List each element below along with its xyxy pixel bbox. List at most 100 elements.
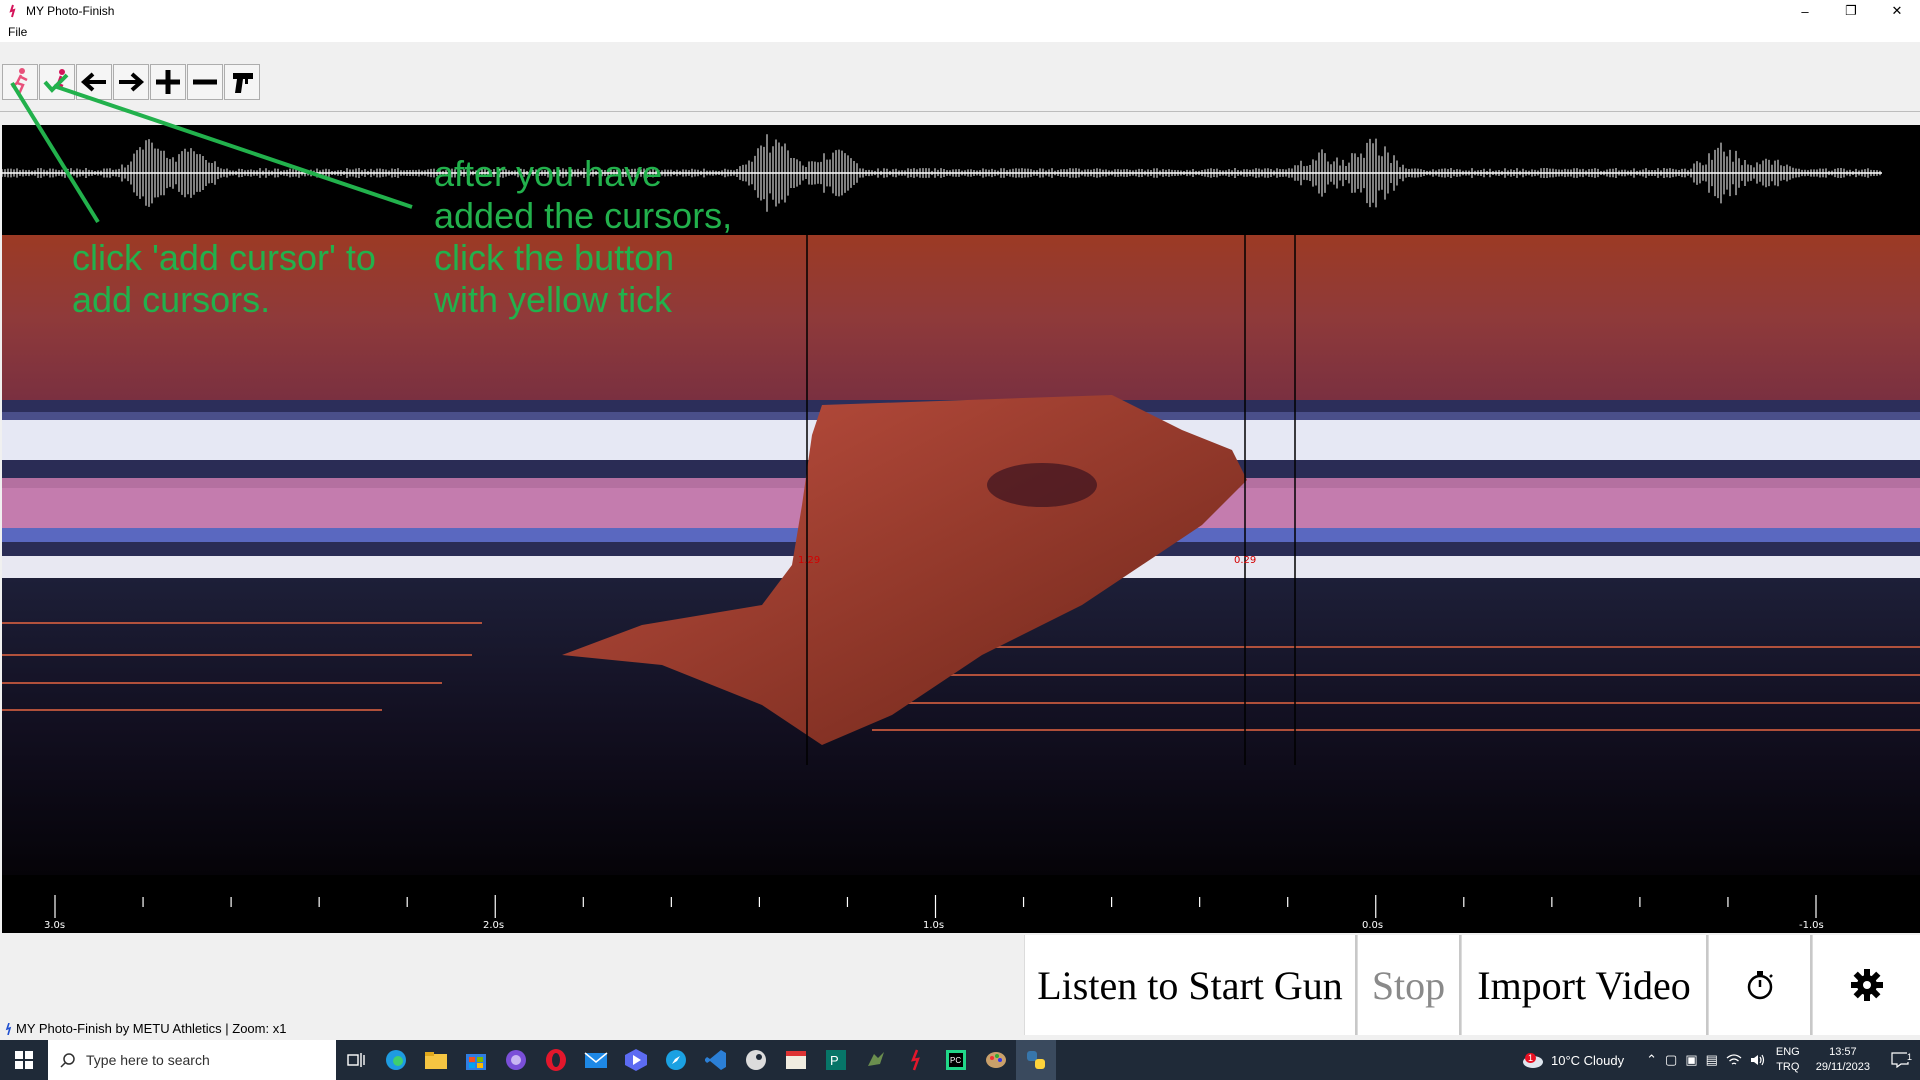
listen-start-gun-button[interactable]: Listen to Start Gun: [1024, 935, 1357, 1035]
audio-waveform: [2, 125, 1920, 235]
zoom-in-button[interactable]: [150, 64, 186, 100]
chevron-up-icon[interactable]: ⌃: [1642, 1052, 1661, 1068]
taskbar-opera[interactable]: [536, 1040, 576, 1080]
taskbar-app-orange[interactable]: [776, 1040, 816, 1080]
search-icon: [60, 1052, 76, 1068]
stopwatch-icon: [1744, 969, 1776, 1001]
gallery-app-icon: [784, 1048, 808, 1072]
runner-add-icon: [7, 67, 33, 97]
minus-icon: [190, 67, 220, 97]
taskbar-search[interactable]: Type here to search: [48, 1040, 336, 1080]
weather-badge: 1: [1525, 1053, 1536, 1063]
store-icon: [465, 1049, 487, 1071]
tick-label: 1.0s: [923, 920, 944, 931]
bird-app-icon: [864, 1048, 888, 1072]
publisher-icon: P: [824, 1048, 848, 1072]
weather-text: 10°C Cloudy: [1551, 1053, 1624, 1068]
zoom-out-button[interactable]: [187, 64, 223, 100]
lang-bottom: TRQ: [1776, 1060, 1799, 1075]
taskbar-steam[interactable]: [736, 1040, 776, 1080]
import-video-button[interactable]: Import Video: [1461, 935, 1708, 1035]
annotation-right-line4: with yellow tick: [434, 279, 732, 321]
tick-label: 2.0s: [483, 920, 504, 931]
taskbar-mail[interactable]: [576, 1040, 616, 1080]
stopwatch-button[interactable]: [1708, 935, 1812, 1035]
python-icon: [1024, 1048, 1048, 1072]
annotation-add-cursor: click 'add cursor' to add cursors.: [72, 237, 376, 321]
annotation-right-line2: added the cursors,: [434, 195, 732, 237]
search-placeholder: Type here to search: [86, 1052, 210, 1068]
start-gun-button[interactable]: [224, 64, 260, 100]
scroll-right-button[interactable]: [113, 64, 149, 100]
close-button[interactable]: ✕: [1874, 0, 1920, 22]
status-bar: MY Photo-Finish by METU Athletics | Zoom…: [4, 1021, 286, 1036]
clock-date: 29/11/2023: [1816, 1060, 1870, 1075]
pycharm-icon: PC: [944, 1048, 968, 1072]
annotation-left-line1: click 'add cursor' to: [72, 237, 376, 279]
app-runner-small-icon: [4, 1023, 12, 1035]
taskbar-safari[interactable]: [656, 1040, 696, 1080]
annotation-confirm: after you have added the cursors, click …: [434, 153, 732, 321]
taskbar-pycharm[interactable]: PC: [936, 1040, 976, 1080]
annotation-right-line3: click the button: [434, 237, 732, 279]
taskbar-vscode[interactable]: [696, 1040, 736, 1080]
minimize-button[interactable]: –: [1782, 0, 1828, 22]
mail-icon: [584, 1050, 608, 1070]
taskbar-explorer[interactable]: [416, 1040, 456, 1080]
add-cursor-button[interactable]: [2, 64, 38, 100]
task-view-button[interactable]: [336, 1040, 376, 1080]
video-editor-icon: [624, 1048, 648, 1072]
cursor-1-label: 1.29: [798, 555, 820, 566]
language-indicator[interactable]: ENG TRQ: [1770, 1045, 1806, 1075]
taskbar-store[interactable]: [456, 1040, 496, 1080]
wifi-icon[interactable]: [1722, 1053, 1746, 1067]
svg-text:PC: PC: [950, 1056, 961, 1065]
app-runner-icon: [6, 4, 20, 18]
maximize-button[interactable]: ❐: [1828, 0, 1874, 22]
folder-icon: [424, 1050, 448, 1070]
title-bar: MY Photo-Finish – ❐ ✕: [0, 0, 1920, 22]
tray-ime-icon[interactable]: ▤: [1702, 1052, 1722, 1068]
taskbar-photofinish[interactable]: [896, 1040, 936, 1080]
annotation-right-line1: after you have: [434, 153, 732, 195]
tick-label: 3.0s: [44, 920, 65, 931]
scroll-left-button[interactable]: [76, 64, 112, 100]
menu-bar: File: [0, 22, 1920, 42]
plus-icon: [153, 67, 183, 97]
weather-widget[interactable]: 1 10°C Cloudy: [1517, 1051, 1628, 1069]
check-runner-icon: [42, 67, 72, 97]
confirm-cursors-button[interactable]: [39, 64, 75, 100]
tick-label: -1.0s: [1799, 920, 1824, 931]
code-editor-icon: [704, 1048, 728, 1072]
svg-text:P: P: [830, 1053, 839, 1068]
status-text: MY Photo-Finish by METU Athletics | Zoom…: [16, 1021, 286, 1036]
opera-icon: [544, 1048, 568, 1072]
control-panel: Listen to Start Gun Stop Import Video MY…: [0, 933, 1920, 1038]
taskbar-video[interactable]: [616, 1040, 656, 1080]
tray-display-icon[interactable]: ▣: [1681, 1052, 1701, 1068]
photo-finish-view[interactable]: 1.29 0.29 click 'add cursor' to add curs…: [2, 125, 1920, 933]
stop-button[interactable]: Stop: [1357, 935, 1461, 1035]
task-view-icon: [347, 1052, 365, 1068]
finish-line-image: [2, 235, 1920, 875]
taskbar-app-bird[interactable]: [856, 1040, 896, 1080]
clock[interactable]: 13:57 29/11/2023: [1806, 1045, 1880, 1075]
annotation-left-line2: add cursors.: [72, 279, 376, 321]
taskbar-edge[interactable]: [376, 1040, 416, 1080]
arrow-left-icon: [79, 67, 109, 97]
menu-file[interactable]: File: [8, 25, 27, 39]
window-title: MY Photo-Finish: [26, 4, 114, 18]
steam-icon: [744, 1048, 768, 1072]
taskbar-app-swirl[interactable]: [496, 1040, 536, 1080]
notification-center-button[interactable]: 1: [1880, 1052, 1920, 1068]
taskbar-python-active[interactable]: [1016, 1040, 1056, 1080]
speaker-icon[interactable]: [1746, 1053, 1770, 1067]
start-button[interactable]: [0, 1040, 48, 1080]
gear-icon: [1850, 968, 1884, 1002]
taskbar-paint[interactable]: [976, 1040, 1016, 1080]
pistol-icon: [227, 67, 257, 97]
windows-taskbar: Type here to search P PC 1 10°C Cloudy ⌃…: [0, 1040, 1920, 1080]
tray-app-icon[interactable]: ▢: [1661, 1052, 1681, 1068]
settings-button[interactable]: [1812, 935, 1920, 1035]
taskbar-publisher[interactable]: P: [816, 1040, 856, 1080]
